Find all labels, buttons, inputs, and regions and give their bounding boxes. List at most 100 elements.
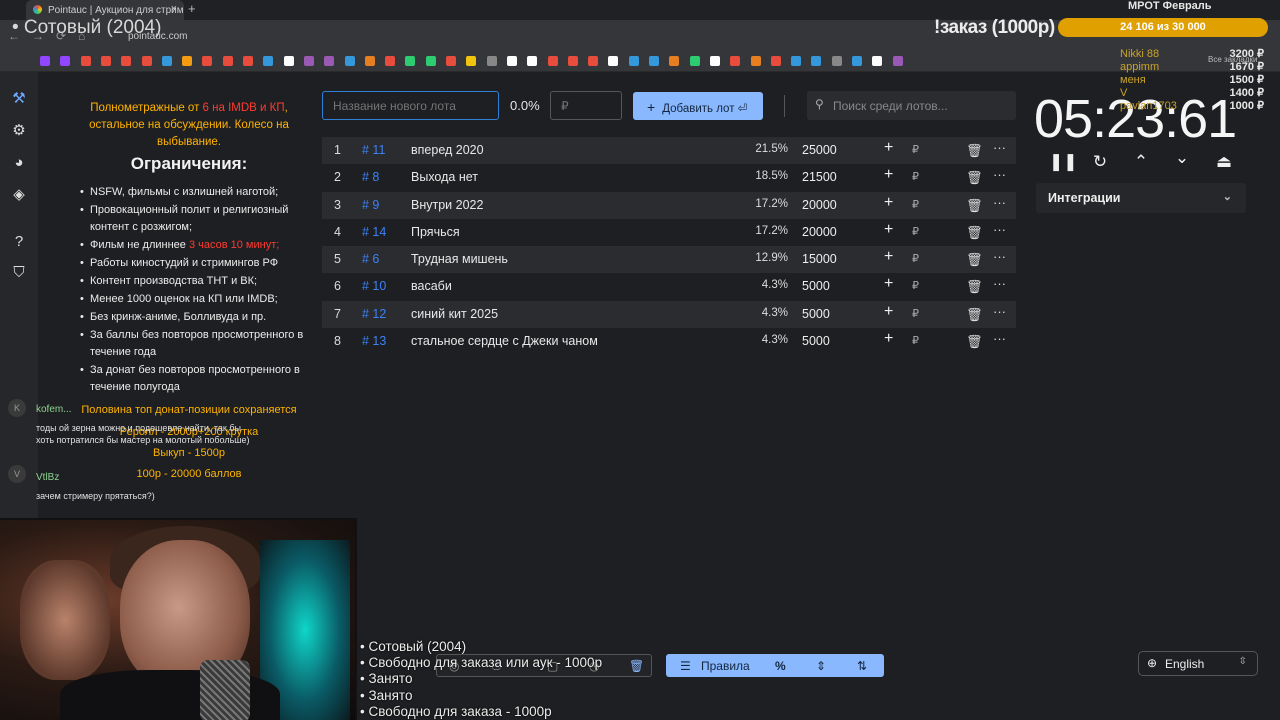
lot-id-link[interactable]: # 10: [362, 279, 386, 293]
add-amount-icon[interactable]: +: [884, 139, 893, 157]
new-lot-name-input[interactable]: [322, 91, 499, 120]
bookmark-icon[interactable]: [425, 56, 436, 66]
bookmark-icon[interactable]: [344, 56, 355, 66]
bookmark-icon[interactable]: [852, 56, 862, 66]
lot-amount[interactable]: 15000: [802, 252, 837, 266]
rules-button[interactable]: Правила: [701, 659, 750, 673]
bookmark-icon[interactable]: [527, 56, 538, 66]
more-icon[interactable]: ···: [993, 304, 1006, 319]
delete-icon[interactable]: 🗑: [966, 307, 983, 323]
more-icon[interactable]: ···: [993, 331, 1006, 346]
shield-icon[interactable]: ⛉: [10, 264, 28, 282]
auction-hammer-icon[interactable]: ⚒: [10, 90, 28, 108]
list-icon[interactable]: ☰: [680, 659, 691, 673]
wheel-chart-icon[interactable]: ◕: [10, 154, 28, 172]
rub-input-icon[interactable]: ₽: [912, 170, 919, 183]
lot-amount[interactable]: 5000: [802, 279, 830, 293]
percent-button[interactable]: %: [775, 659, 786, 673]
rub-input-icon[interactable]: ₽: [912, 198, 919, 211]
rub-input-icon[interactable]: ₽: [912, 279, 919, 292]
bookmark-icon[interactable]: [364, 56, 375, 66]
bookmark-icon[interactable]: [202, 56, 213, 66]
lot-row[interactable]: 1 # 11 вперед 2020 21.5% 25000 + ₽ 🗑 ···: [322, 137, 1016, 165]
bookmark-icon[interactable]: [60, 56, 71, 66]
delete-icon[interactable]: 🗑: [966, 198, 983, 214]
lot-name[interactable]: Выхода нет: [411, 170, 478, 184]
bookmark-icon[interactable]: [791, 56, 802, 66]
rub-input-icon[interactable]: ₽: [912, 307, 919, 320]
lot-amount[interactable]: 21500: [802, 170, 837, 184]
bookmark-icon[interactable]: [892, 56, 903, 66]
bookmark-icon[interactable]: [161, 56, 172, 66]
lot-row[interactable]: 5 # 6 Трудная мишень 12.9% 15000 + ₽ 🗑 ···: [322, 246, 1016, 274]
lot-id-link[interactable]: # 9: [362, 198, 379, 212]
bookmark-icon[interactable]: [182, 56, 193, 66]
bookmark-icon[interactable]: [283, 56, 294, 66]
lot-name[interactable]: синий кит 2025: [411, 307, 498, 321]
add-amount-icon[interactable]: +: [884, 166, 893, 184]
lot-name[interactable]: вперед 2020: [411, 143, 484, 157]
bookmark-icon[interactable]: [669, 56, 680, 66]
more-icon[interactable]: ···: [993, 222, 1006, 237]
language-select[interactable]: ⊕ English ⇳: [1138, 651, 1258, 676]
bookmark-icon[interactable]: [588, 56, 599, 66]
delete-icon[interactable]: 🗑: [966, 252, 983, 268]
lot-amount[interactable]: 5000: [802, 307, 830, 321]
add-amount-icon[interactable]: +: [884, 248, 893, 266]
add-amount-icon[interactable]: +: [884, 303, 893, 321]
double-chevron-up-icon[interactable]: ⏏: [1214, 152, 1234, 172]
sort-icon[interactable]: ⇅: [857, 659, 867, 673]
tab-close-icon[interactable]: ×: [171, 3, 177, 15]
bookmark-icon[interactable]: [405, 56, 416, 66]
chevron-up-icon[interactable]: ⌃: [1131, 152, 1151, 172]
bookmark-icon[interactable]: [770, 56, 781, 66]
bookmark-icon[interactable]: [446, 56, 456, 66]
trash-icon[interactable]: 🗑: [629, 659, 644, 673]
bookmark-icon[interactable]: [385, 56, 396, 66]
bookmark-icon[interactable]: [872, 56, 883, 66]
lot-amount[interactable]: 20000: [802, 198, 837, 212]
bookmark-icon[interactable]: [466, 56, 477, 66]
delete-icon[interactable]: 🗑: [966, 334, 983, 350]
bookmark-icon[interactable]: [141, 56, 152, 66]
bookmark-icon[interactable]: [222, 56, 233, 66]
bookmark-icon[interactable]: [40, 56, 50, 66]
lot-id-link[interactable]: # 6: [362, 252, 379, 266]
chevron-down-icon[interactable]: ⌄: [1172, 148, 1192, 168]
bookmark-icon[interactable]: [649, 56, 659, 66]
lot-row[interactable]: 6 # 10 васаби 4.3% 5000 + ₽ 🗑 ···: [322, 273, 1016, 300]
lot-row[interactable]: 7 # 12 синий кит 2025 4.3% 5000 + ₽ 🗑 ···: [322, 300, 1016, 329]
bookmark-icon[interactable]: [303, 56, 314, 66]
new-lot-price-input[interactable]: [550, 91, 622, 120]
bookmark-icon[interactable]: [689, 56, 700, 66]
add-amount-icon[interactable]: +: [884, 330, 893, 348]
settings-gear-icon[interactable]: ⚙: [10, 122, 28, 140]
bookmark-icon[interactable]: [730, 56, 741, 66]
bookmark-icon[interactable]: [80, 56, 91, 66]
add-amount-icon[interactable]: +: [884, 194, 893, 212]
bookmark-icon[interactable]: [750, 56, 761, 66]
more-icon[interactable]: ···: [993, 167, 1006, 182]
bookmark-icon[interactable]: [709, 56, 720, 66]
lot-id-link[interactable]: # 13: [362, 334, 386, 348]
lot-name[interactable]: васаби: [411, 279, 452, 293]
rub-input-icon[interactable]: ₽: [912, 252, 919, 265]
rub-input-icon[interactable]: ₽: [912, 143, 919, 156]
reset-icon[interactable]: ↻: [1090, 152, 1110, 172]
delete-icon[interactable]: 🗑: [966, 225, 983, 241]
bookmark-icon[interactable]: [506, 56, 517, 66]
bookmark-icon[interactable]: [547, 56, 558, 66]
lot-name[interactable]: Трудная мишень: [411, 252, 508, 266]
lot-row[interactable]: 2 # 8 Выхода нет 18.5% 21500 + ₽ 🗑 ···: [322, 164, 1016, 191]
bookmark-icon[interactable]: [811, 56, 822, 66]
delete-icon[interactable]: 🗑: [966, 170, 983, 186]
help-icon[interactable]: ?: [10, 233, 28, 251]
lot-name[interactable]: стальное сердце с Джеки чаном: [411, 334, 598, 348]
bookmark-icon[interactable]: [486, 56, 497, 66]
lot-amount[interactable]: 25000: [802, 143, 837, 157]
delete-icon[interactable]: 🗑: [966, 143, 983, 159]
layers-icon[interactable]: ◈: [10, 186, 28, 204]
more-icon[interactable]: ···: [993, 276, 1006, 291]
lot-row[interactable]: 3 # 9 Внутри 2022 17.2% 20000 + ₽ 🗑 ···: [322, 191, 1016, 219]
bookmark-icon[interactable]: [324, 56, 335, 66]
